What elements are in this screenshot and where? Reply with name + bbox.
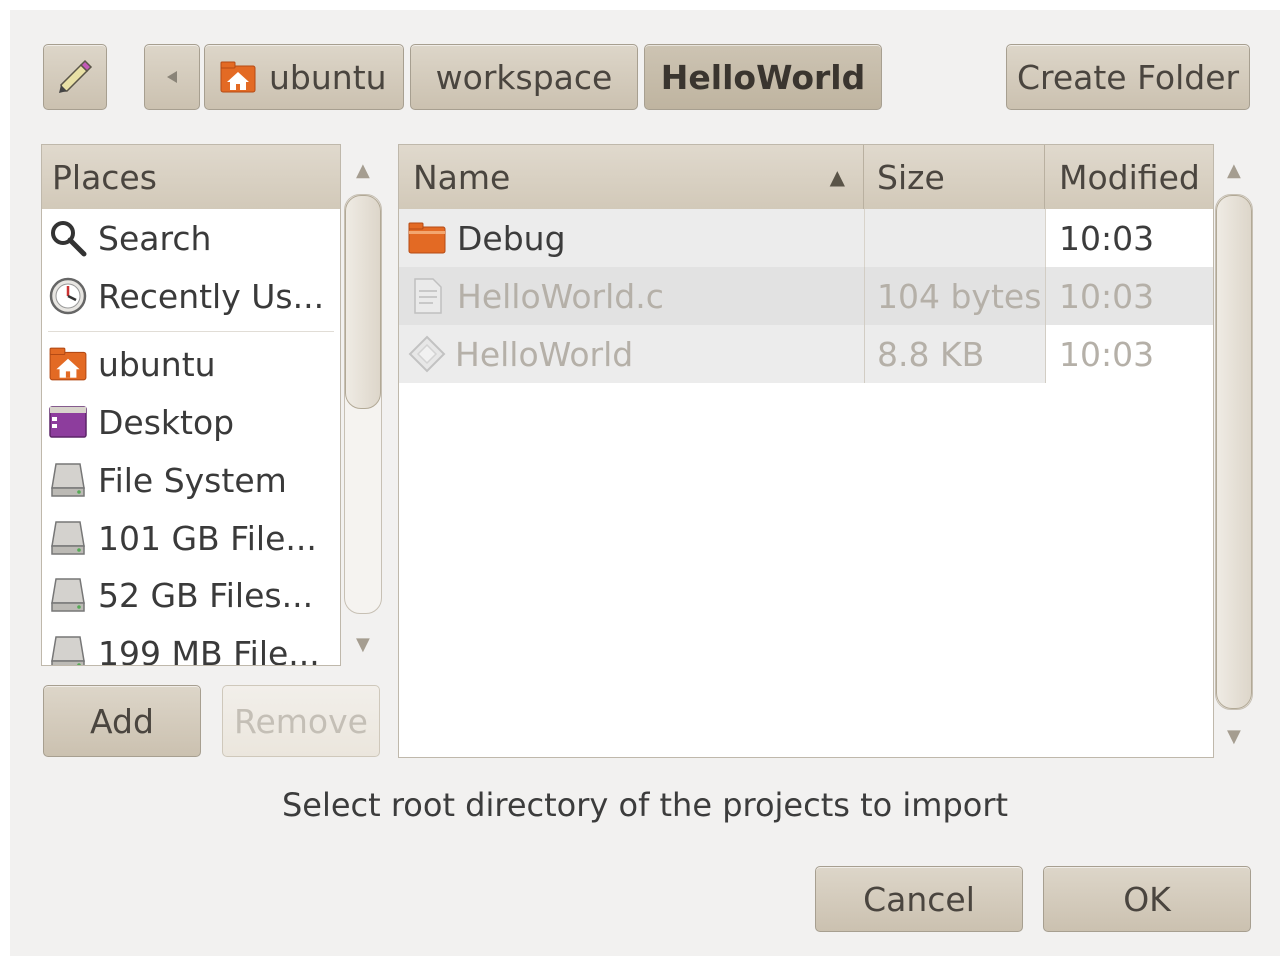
places-pane: Places Search Recently Us... ubuntu Desk… [41, 144, 341, 666]
places-item-desktop[interactable]: Desktop [48, 394, 234, 450]
places-item-search[interactable]: Search [48, 210, 211, 266]
files-scroll-thumb[interactable] [1216, 195, 1252, 709]
places-separator [48, 331, 334, 332]
desktop-icon [49, 406, 87, 438]
folder-icon [408, 222, 446, 254]
places-item-199mb[interactable]: 199 MB File... [48, 625, 320, 666]
path-button-helloworld[interactable]: HelloWorld [644, 44, 882, 110]
text-file-icon [414, 278, 442, 314]
back-button[interactable] [144, 44, 200, 110]
triangle-left-icon [167, 71, 177, 83]
file-row-helloworld-c[interactable]: HelloWorld.c 104 bytes 10:03 [399, 267, 1213, 325]
files-scrollbar[interactable] [1215, 194, 1253, 710]
search-icon [51, 221, 87, 257]
places-item-101gb[interactable]: 101 GB File... [48, 510, 317, 566]
file-size: 104 bytes [877, 276, 1042, 316]
path-button-workspace[interactable]: workspace [410, 44, 638, 110]
recent-icon [49, 277, 87, 315]
places-header[interactable]: Places [42, 145, 340, 209]
remove-label: Remove [234, 701, 368, 741]
drive-icon [51, 636, 85, 665]
executable-icon [408, 335, 446, 373]
places-item-52gb[interactable]: 52 GB Files... [48, 567, 313, 623]
column-size-label: Size [877, 157, 945, 197]
file-modified: 10:03 [1059, 334, 1155, 374]
file-list-pane: Name ▲ Size Modified Debug 10:03 HelloWo… [398, 144, 1214, 758]
file-name: Debug [457, 218, 566, 258]
places-item-label: Search [98, 218, 212, 258]
column-modified-label: Modified [1059, 157, 1200, 197]
drive-icon [51, 521, 85, 555]
home-folder-icon [49, 347, 87, 381]
file-size: 8.8 KB [877, 334, 985, 374]
places-item-ubuntu[interactable]: ubuntu [48, 336, 216, 392]
remove-place-button: Remove [222, 685, 380, 757]
file-row-helloworld[interactable]: HelloWorld 8.8 KB 10:03 [399, 325, 1213, 383]
places-item-label: 101 GB File... [98, 518, 317, 558]
instruction-text: Select root directory of the projects to… [281, 786, 1009, 824]
places-header-label: Places [52, 157, 157, 197]
ok-button[interactable]: OK [1043, 866, 1251, 932]
ok-label: OK [1123, 879, 1171, 919]
places-item-label: Desktop [98, 402, 235, 442]
file-name: HelloWorld [455, 334, 634, 374]
places-item-label: ubuntu [98, 344, 216, 384]
places-scrollbar[interactable] [344, 194, 382, 614]
create-folder-label: Create Folder [1016, 57, 1240, 97]
column-header-name[interactable]: Name ▲ [399, 145, 864, 209]
drive-icon [51, 463, 85, 497]
places-item-label: 199 MB File... [98, 633, 320, 666]
file-name: HelloWorld.c [457, 276, 664, 316]
pencil-icon [59, 59, 93, 93]
cancel-label: Cancel [863, 879, 975, 919]
file-row-debug[interactable]: Debug 10:03 [399, 209, 1213, 267]
path-label: HelloWorld [660, 57, 866, 97]
column-header-modified[interactable]: Modified [1045, 145, 1213, 209]
path-label: ubuntu [269, 57, 387, 97]
path-button-ubuntu[interactable]: ubuntu [204, 44, 404, 110]
files-scroll-up-icon[interactable]: ▲ [1227, 160, 1241, 181]
column-header-size[interactable]: Size [864, 145, 1045, 209]
path-label: workspace [435, 57, 613, 97]
column-name-label: Name [413, 157, 511, 197]
file-modified: 10:03 [1059, 218, 1155, 258]
sort-ascending-icon: ▲ [829, 165, 845, 189]
add-label: Add [90, 701, 154, 741]
places-scroll-up-icon[interactable]: ▲ [356, 160, 370, 181]
edit-location-button[interactable] [43, 44, 107, 110]
folder-chooser-dialog: ubuntu workspace HelloWorld Create Folde… [10, 10, 1280, 956]
drive-icon [51, 578, 85, 612]
create-folder-button[interactable]: Create Folder [1006, 44, 1250, 110]
add-place-button[interactable]: Add [43, 685, 201, 757]
places-item-file-system[interactable]: File System [48, 452, 287, 508]
places-scroll-down-icon[interactable]: ▼ [356, 634, 370, 655]
cancel-button[interactable]: Cancel [815, 866, 1023, 932]
places-item-label: Recently Us... [98, 276, 325, 316]
places-scroll-thumb[interactable] [345, 195, 381, 409]
home-folder-icon [220, 61, 256, 93]
places-item-label: File System [98, 460, 287, 500]
files-scroll-down-icon[interactable]: ▼ [1227, 726, 1241, 747]
file-modified: 10:03 [1059, 276, 1155, 316]
places-item-recent[interactable]: Recently Us... [48, 268, 324, 324]
places-item-label: 52 GB Files... [98, 575, 314, 615]
